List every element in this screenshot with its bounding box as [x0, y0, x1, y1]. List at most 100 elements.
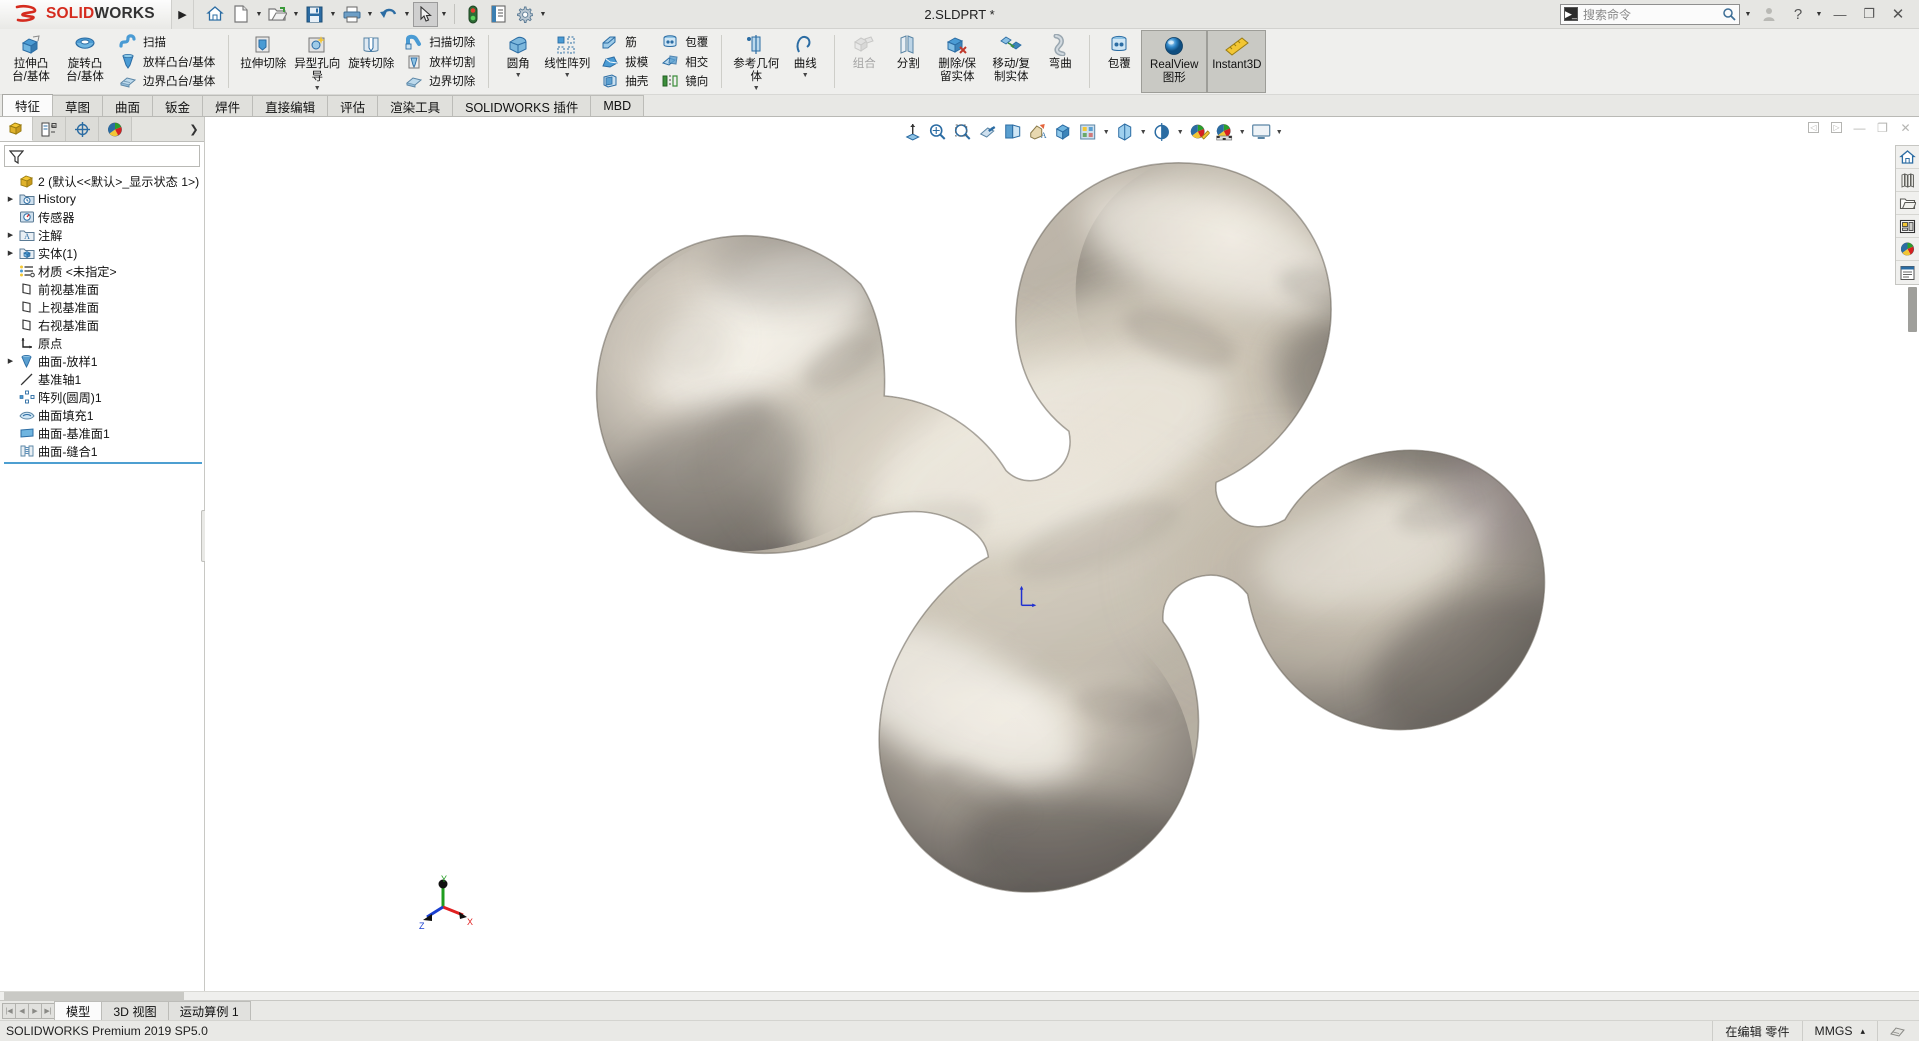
tree-item-solid-bodies[interactable]: ▶ 实体(1) [4, 244, 204, 262]
tree-item-axis1[interactable]: 基准轴1 [4, 370, 204, 388]
fillet-dropdown[interactable]: ▼ [515, 72, 522, 80]
viewport-icon[interactable] [1249, 120, 1273, 144]
restore-button[interactable]: ❐ [1856, 2, 1882, 26]
bottom-tab-3dviews[interactable]: 3D 视图 [101, 1001, 169, 1020]
hole-wizard-button[interactable]: 异型孔向导 ▼ [290, 30, 344, 93]
rebuild-icon[interactable] [460, 2, 485, 27]
horizontal-scrollbar[interactable] [0, 991, 1919, 1000]
tree-item-history[interactable]: ▶ History [4, 190, 204, 208]
feature-manager-tab[interactable] [0, 117, 33, 141]
hole-wizard-dropdown[interactable]: ▼ [314, 85, 321, 93]
tree-item-material[interactable]: 材质 <未指定> [4, 262, 204, 280]
tab-mbd[interactable]: MBD [590, 95, 645, 116]
fillet-button[interactable]: 圆角 ▼ [496, 30, 540, 93]
zoom-to-fit-icon[interactable] [901, 120, 925, 144]
help-button[interactable]: ? [1785, 2, 1811, 26]
appearance-dropdown[interactable]: ▼ [1101, 120, 1112, 144]
extruded-cut-button[interactable]: 拉伸切除 [236, 30, 290, 93]
sweep-button[interactable]: 扫描 [115, 32, 218, 52]
view-orientation-icon[interactable] [1001, 120, 1025, 144]
tab-sketch[interactable]: 草图 [52, 95, 104, 116]
nav-prev-icon[interactable]: ◀ [15, 1002, 29, 1019]
pane-right-icon[interactable]: ▷ [1829, 120, 1844, 135]
boundary-cut-button[interactable]: 边界切除 [401, 71, 478, 91]
wrap-button[interactable]: 包覆 [657, 32, 711, 52]
boundary-boss-button[interactable]: 边界凸台/基体 [115, 71, 218, 91]
select-dropdown[interactable]: ▼ [439, 2, 449, 27]
design-library-home-icon[interactable] [1896, 146, 1919, 169]
appearance-preview-icon[interactable] [1076, 120, 1100, 144]
lofted-cut-button[interactable]: 放样切割 [401, 52, 478, 72]
gear-icon[interactable] [512, 2, 537, 27]
search-dropdown[interactable]: ▼ [1743, 2, 1753, 27]
graphics-area[interactable]: A ▼ ▼ ▼ ▼ ▼ ◁ ▷ — ❐ ✕ X Y Z [205, 117, 1919, 991]
status-units[interactable]: MMGS ▴ [1801, 1020, 1877, 1041]
tab-solidworks-addins[interactable]: SOLIDWORKS 插件 [452, 95, 592, 116]
undo-dropdown[interactable]: ▼ [402, 2, 412, 27]
tab-render-tools[interactable]: 渲染工具 [377, 95, 454, 116]
tab-features[interactable]: 特征 [2, 94, 54, 116]
combine-button[interactable]: 组合 [842, 30, 886, 93]
graphics-scrollbar-thumb[interactable] [1908, 287, 1917, 332]
linear-pattern-dropdown[interactable]: ▼ [564, 72, 571, 80]
appearances-scenes-icon[interactable] [1896, 238, 1919, 261]
hide-show-dropdown[interactable]: ▼ [1138, 120, 1149, 144]
mirror-button[interactable]: 镜向 [657, 71, 711, 91]
split-button[interactable]: 分割 [886, 30, 930, 93]
flex-button[interactable]: 弯曲 [1038, 30, 1082, 93]
edit-appearance-icon[interactable] [1187, 120, 1211, 144]
linear-pattern-button[interactable]: 线性阵列 ▼ [540, 30, 594, 93]
save-icon[interactable] [302, 2, 327, 27]
curves-dropdown[interactable]: ▼ [802, 72, 809, 80]
tree-item-sensors[interactable]: 传感器 [4, 208, 204, 226]
new-document-icon[interactable] [228, 2, 253, 27]
print-dropdown[interactable]: ▼ [365, 2, 375, 27]
loft-boss-button[interactable]: 放样凸台/基体 [115, 52, 218, 72]
tab-direct-editing[interactable]: 直接编辑 [252, 95, 329, 116]
model-3d-body[interactable] [205, 117, 1919, 991]
save-dropdown[interactable]: ▼ [328, 2, 338, 27]
realview-graphics-button[interactable]: RealView 图形 [1141, 30, 1208, 93]
tree-expander-bodies[interactable]: ▶ [4, 249, 17, 257]
close-button[interactable]: ✕ [1885, 2, 1911, 26]
tab-sheet-metal[interactable]: 钣金 [152, 95, 204, 116]
reference-geometry-button[interactable]: 参考几何体 ▼ [729, 30, 783, 93]
tree-item-part-root[interactable]: 2 (默认<<默认>_显示状态 1>) [4, 172, 204, 190]
viewport-dropdown[interactable]: ▼ [1274, 120, 1285, 144]
open-dropdown[interactable]: ▼ [291, 2, 301, 27]
feature-filter-input[interactable] [4, 145, 200, 167]
bottom-tab-motion-study[interactable]: 运动算例 1 [167, 1001, 251, 1020]
search-icon[interactable] [1722, 7, 1736, 21]
feature-manager-expand-icon[interactable]: ❯ [184, 117, 204, 141]
tab-weldments[interactable]: 焊件 [202, 95, 254, 116]
delete-keep-body-button[interactable]: 删除/保留实体 [930, 30, 984, 93]
tab-surfaces[interactable]: 曲面 [102, 95, 154, 116]
status-overlay-icon[interactable] [1877, 1020, 1919, 1041]
tree-item-annotations[interactable]: ▶ A 注解 [4, 226, 204, 244]
zoom-to-area-icon[interactable] [926, 120, 950, 144]
view-palette-icon[interactable] [1896, 215, 1919, 238]
home-icon[interactable] [202, 2, 227, 27]
hide-show-toggle-icon[interactable] [1113, 120, 1137, 144]
tree-expander-history[interactable]: ▶ [4, 195, 17, 203]
status-units-caret[interactable]: ▴ [1860, 1026, 1865, 1037]
move-copy-body-button[interactable]: 移动/复制实体 [984, 30, 1038, 93]
section-dropdown[interactable]: ▼ [1175, 120, 1186, 144]
options-dropdown[interactable]: ▼ [538, 2, 548, 27]
tree-item-circular-pattern1[interactable]: 阵列(圆周)1 [4, 388, 204, 406]
print-icon[interactable] [339, 2, 364, 27]
configuration-manager-tab[interactable] [66, 117, 99, 141]
tree-expander-loft[interactable]: ▶ [4, 357, 17, 365]
tree-item-filled-surface1[interactable]: 曲面填充1 [4, 406, 204, 424]
tree-item-top-plane[interactable]: 上视基准面 [4, 298, 204, 316]
restore-view-icon[interactable]: ❐ [1875, 120, 1890, 135]
display-manager-tab[interactable] [99, 117, 132, 141]
minimize-view-icon[interactable]: — [1852, 120, 1867, 135]
nav-next-icon[interactable]: ▶ [28, 1002, 42, 1019]
display-style-icon[interactable]: A [1026, 120, 1050, 144]
hide-show-items-icon[interactable] [1051, 120, 1075, 144]
minimize-button[interactable]: — [1827, 2, 1853, 26]
tree-resize-handle[interactable] [4, 462, 202, 464]
help-dropdown[interactable]: ▼ [1814, 2, 1824, 27]
horizontal-scroll-thumb[interactable] [4, 992, 184, 1000]
